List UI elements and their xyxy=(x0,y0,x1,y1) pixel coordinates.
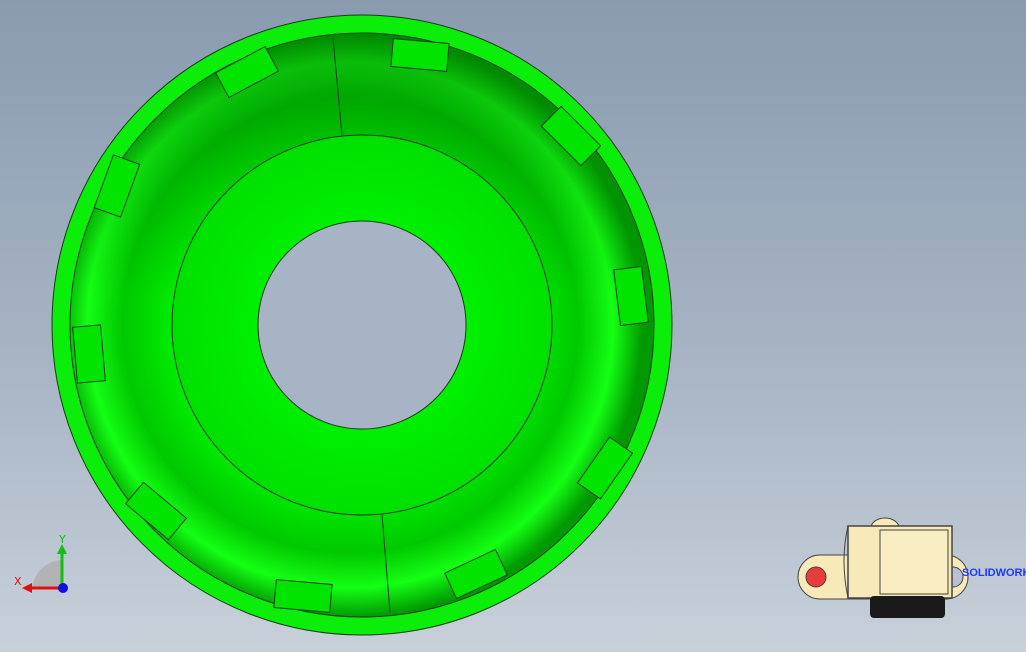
part-thumbnail-icon: SOLIDWORKS xyxy=(797,517,1026,618)
part-tag-text: SOLIDWORKS xyxy=(962,567,1026,579)
coordinate-triad-icon: Y X xyxy=(14,533,68,593)
triad-y-label: Y xyxy=(58,533,66,546)
triad-x-label: X xyxy=(14,575,22,588)
center-hole xyxy=(257,220,467,430)
